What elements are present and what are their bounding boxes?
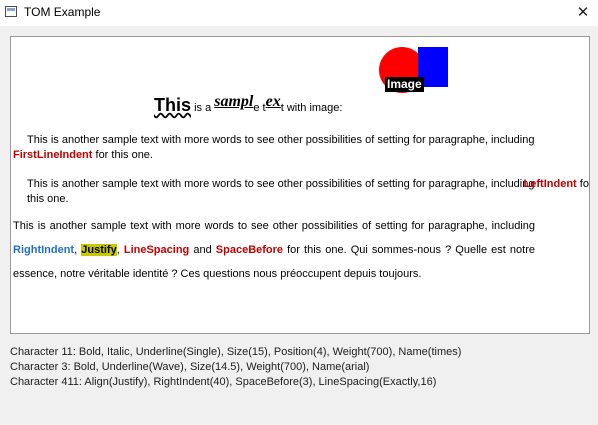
keyword-right-indent: RightIndent bbox=[13, 244, 75, 256]
embedded-image[interactable]: Image bbox=[377, 47, 449, 99]
keyword-line-spacing: LineSpacing bbox=[123, 244, 190, 256]
text-with-image: t with image: bbox=[280, 102, 343, 114]
keyword-justify: Justify bbox=[81, 244, 117, 256]
word-ex: ex bbox=[265, 93, 281, 110]
text-e-t: e t bbox=[253, 102, 266, 114]
paragraph-tail: for this one. bbox=[92, 149, 154, 161]
separator: , bbox=[116, 244, 124, 256]
paragraph-justified: This is another sample text with more wo… bbox=[13, 214, 535, 286]
sample-line: This is a sample text with image: bbox=[154, 93, 343, 116]
rich-text-editor[interactable]: This is a sample text with image: Image … bbox=[10, 36, 590, 334]
paragraph-text: This is another sample text with more wo… bbox=[27, 178, 538, 190]
word-sampl: sampl bbox=[214, 93, 254, 110]
status-line-2: Character 3: Bold, Underline(Wave), Size… bbox=[10, 361, 370, 373]
word-this: This bbox=[154, 95, 192, 115]
keyword-first-line-indent: FirstLineIndent bbox=[13, 149, 93, 161]
text-is-a: is a bbox=[191, 102, 215, 114]
close-button[interactable]: ✕ bbox=[568, 0, 598, 26]
paragraph-first-line-indent: This is another sample text with more wo… bbox=[13, 133, 579, 163]
window-title: TOM Example bbox=[24, 5, 101, 19]
text-and: and bbox=[189, 244, 216, 256]
image-label: Image bbox=[385, 77, 424, 92]
status-line-3: Character 411: Align(Justify), RightInde… bbox=[10, 376, 437, 388]
title-bar: TOM Example ✕ bbox=[0, 0, 598, 26]
window-icon bbox=[5, 6, 17, 17]
status-line-1: Character 11: Bold, Italic, Underline(Si… bbox=[10, 346, 462, 358]
keyword-space-before: SpaceBefore bbox=[215, 244, 284, 256]
paragraph-text: This is another sample text with more wo… bbox=[27, 134, 535, 146]
paragraph-text: This is another sample text with more wo… bbox=[13, 220, 535, 232]
keyword-left-indent: LeftIndent bbox=[523, 178, 577, 190]
paragraph-left-indent: This is another sample text with more wo… bbox=[13, 177, 589, 207]
